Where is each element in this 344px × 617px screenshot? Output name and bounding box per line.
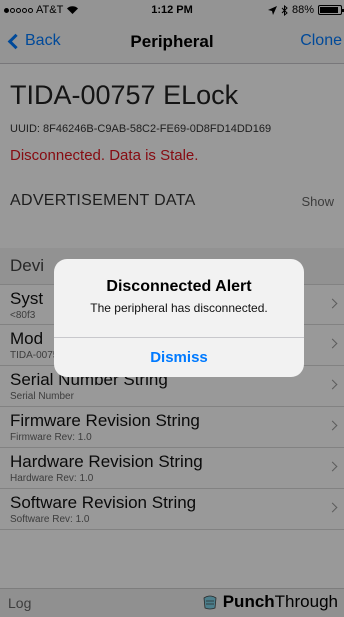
dismiss-button[interactable]: Dismiss (54, 338, 304, 377)
alert-message: The peripheral has disconnected. (90, 301, 268, 315)
disconnected-alert-dialog: Disconnected Alert The peripheral has di… (54, 259, 304, 377)
alert-title: Disconnected Alert (106, 278, 252, 295)
